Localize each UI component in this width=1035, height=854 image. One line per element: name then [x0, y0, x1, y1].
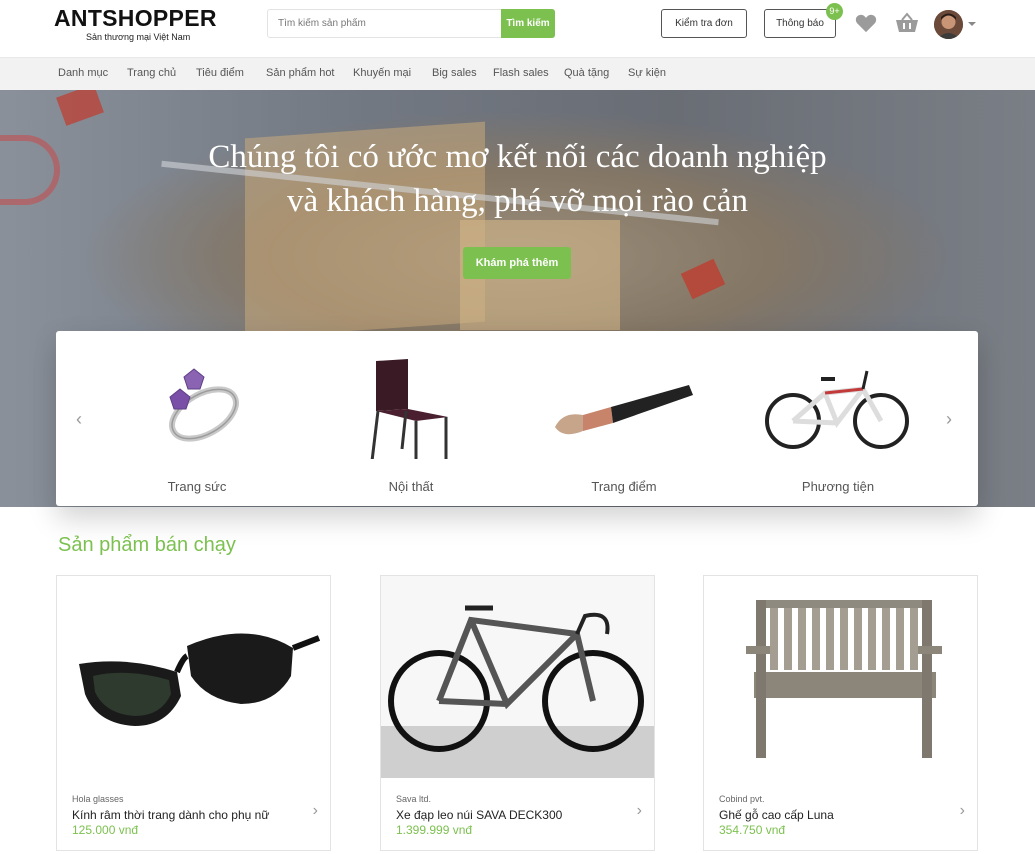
chevron-right-icon[interactable]: ›	[946, 409, 952, 430]
nav-item-trang-chu[interactable]: Trang chủ	[127, 67, 176, 79]
hero-title: Chúng tôi có ước mơ kết nối các doanh ng…	[0, 135, 1035, 223]
product-brand: Hola glasses	[72, 794, 124, 804]
heart-icon[interactable]	[855, 13, 877, 33]
check-order-button[interactable]: Kiểm tra đơn	[661, 9, 747, 38]
category-label: Nội thất	[388, 479, 434, 494]
search-bar: Tìm kiếm	[267, 9, 555, 38]
chevron-left-icon[interactable]: ‹	[76, 409, 82, 430]
nav-item-big-sales[interactable]: Big sales	[432, 67, 477, 79]
product-price: 1.399.999 vnđ	[396, 823, 473, 837]
nav-item-san-pham-hot[interactable]: Sản phẩm hot	[266, 67, 335, 79]
category-label: Phương tiện	[801, 479, 875, 494]
bicycle-image	[765, 370, 909, 449]
product-card[interactable]: Hola glasses Kính râm thời trang dành ch…	[56, 575, 331, 851]
chair-image	[370, 359, 448, 459]
nav-item-khuyen-mai[interactable]: Khuyến mại	[353, 67, 411, 79]
search-input[interactable]	[268, 10, 502, 37]
product-name[interactable]: Ghế gỗ cao cấp Luna	[719, 808, 834, 822]
category-item-trang-suc[interactable]: Trang sức	[122, 349, 272, 499]
nav-item-flash-sales[interactable]: Flash sales	[493, 67, 549, 79]
nav-item-su-kien[interactable]: Sự kiện	[628, 67, 666, 79]
product-brand: Sava ltd.	[396, 794, 432, 804]
ring-image	[169, 368, 239, 442]
product-card[interactable]: Sava ltd. Xe đạp leo núi SAVA DECK300 1.…	[380, 575, 655, 851]
site-header: ANTSHOPPER Sản thương mại Việt Nam Tìm k…	[0, 0, 1035, 57]
product-brand: Cobind pvt.	[719, 794, 765, 804]
section-title: Sản phẩm bán chạy	[58, 534, 236, 556]
category-item-noi-that[interactable]: Nội thất	[336, 349, 486, 499]
notification-badge: 9+	[826, 3, 843, 20]
hero-cart-bumper	[680, 258, 726, 300]
category-item-trang-diem[interactable]: Trang điểm	[549, 349, 699, 499]
chevron-down-icon[interactable]	[968, 22, 976, 26]
hero-cart-handle	[56, 90, 104, 126]
nav-item-qua-tang[interactable]: Quà tặng	[564, 67, 609, 79]
sunglasses-image	[79, 633, 321, 726]
hero-title-line: Chúng tôi có ước mơ kết nối các doanh ng…	[208, 139, 827, 175]
product-name[interactable]: Kính râm thời trang dành cho phụ nữ	[72, 808, 269, 822]
explore-button[interactable]: Khám phá thêm	[463, 247, 571, 279]
tagline: Sản thương mại Việt Nam	[86, 32, 191, 42]
nav-item-danh-muc[interactable]: Danh mục	[58, 67, 108, 79]
logo[interactable]: ANTSHOPPER	[54, 5, 217, 32]
makeup-brush-image	[555, 385, 693, 435]
wooden-bench-image	[746, 600, 942, 758]
product-price: 354.750 vnđ	[719, 823, 786, 837]
category-label: Trang điểm	[591, 479, 657, 494]
hero-title-line: và khách hàng, phá vỡ mọi rào cản	[287, 183, 748, 219]
avatar[interactable]	[934, 10, 963, 39]
product-name[interactable]: Xe đạp leo núi SAVA DECK300	[396, 808, 562, 822]
nav-item-tieu-diem[interactable]: Tiêu điểm	[196, 67, 244, 79]
category-carousel: ‹ › Trang sức Nội thất Trang điểm Phương…	[56, 331, 978, 506]
notifications-button[interactable]: Thông báo	[764, 9, 836, 38]
category-item-phuong-tien[interactable]: Phương tiện	[763, 349, 913, 499]
basket-icon[interactable]	[895, 12, 919, 34]
chevron-right-icon[interactable]: ›	[960, 802, 965, 820]
chevron-right-icon[interactable]: ›	[313, 802, 318, 820]
main-nav: Danh mục Trang chủ Tiêu điểm Sản phẩm ho…	[0, 57, 1035, 90]
category-label: Trang sức	[167, 479, 227, 494]
chevron-right-icon[interactable]: ›	[637, 802, 642, 820]
product-price: 125.000 vnđ	[72, 823, 139, 837]
bicycle-image	[381, 576, 654, 778]
product-card[interactable]: Cobind pvt. Ghế gỗ cao cấp Luna 354.750 …	[703, 575, 978, 851]
search-button[interactable]: Tìm kiếm	[501, 9, 555, 38]
